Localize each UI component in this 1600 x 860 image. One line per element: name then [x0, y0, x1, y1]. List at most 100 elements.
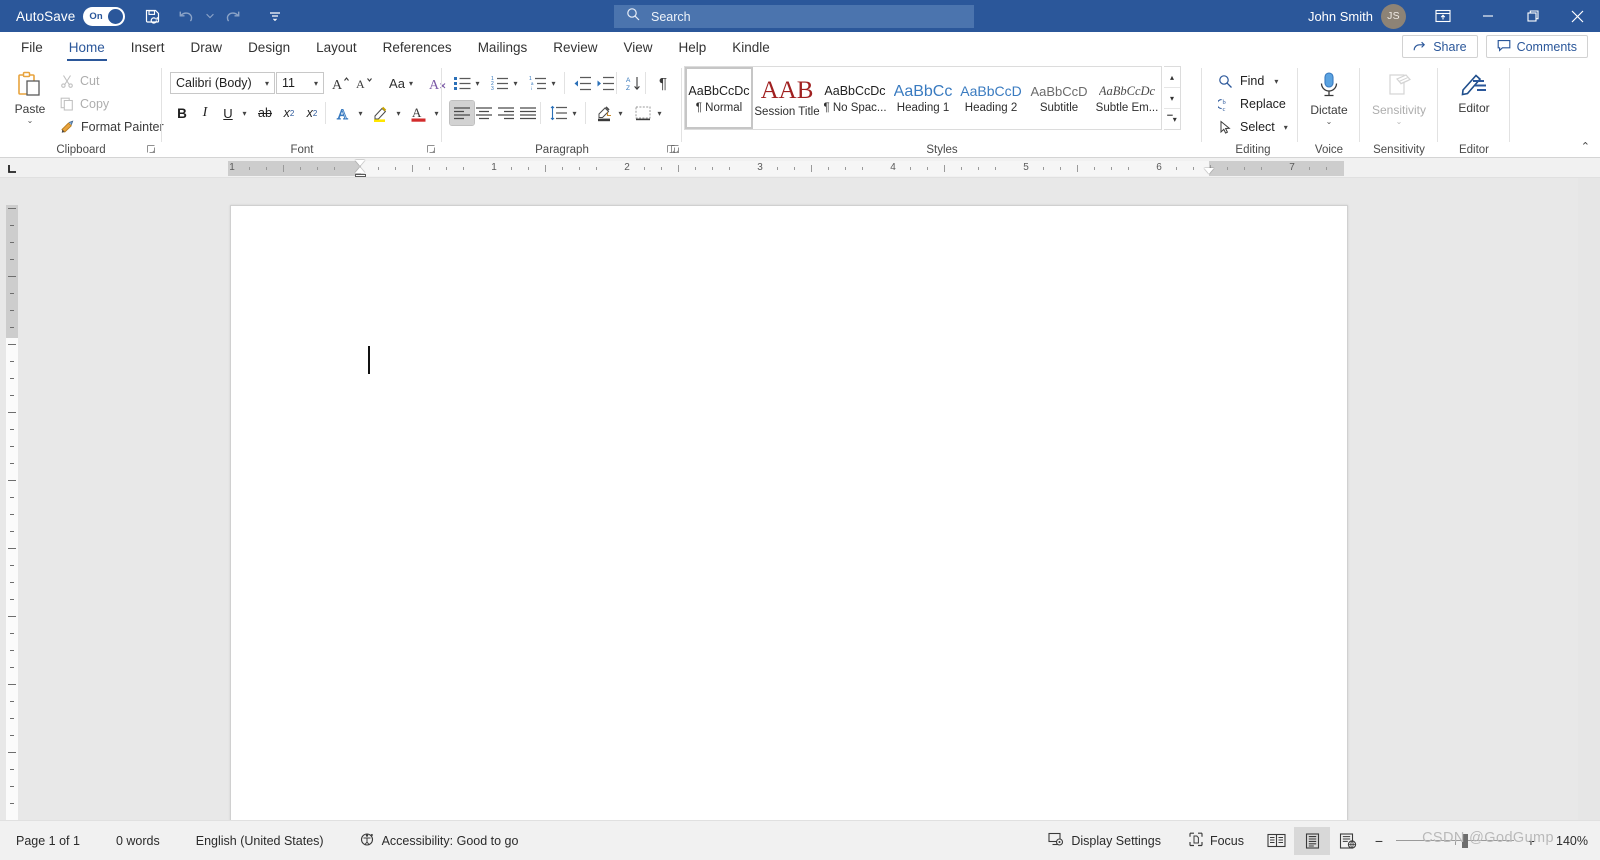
- superscript-button[interactable]: x2: [300, 101, 324, 125]
- left-indent-marker[interactable]: [355, 174, 366, 177]
- bold-button[interactable]: B: [170, 101, 194, 125]
- ribbon-display-options-icon[interactable]: [1420, 0, 1465, 32]
- show-formatting-marks-icon[interactable]: ¶: [651, 71, 675, 95]
- text-effects-icon[interactable]: A: [332, 101, 356, 125]
- justify-icon[interactable]: [516, 101, 540, 125]
- font-color-icon[interactable]: A: [407, 101, 431, 125]
- clipboard-dialog-launcher-icon[interactable]: [146, 142, 159, 155]
- styles-scroll-down-icon[interactable]: ▾: [1164, 88, 1180, 109]
- decrease-indent-icon[interactable]: [570, 71, 594, 95]
- zoom-slider-thumb[interactable]: [1462, 833, 1468, 848]
- horizontal-ruler[interactable]: 1 1 2 3 4 5 6 7: [0, 158, 1600, 178]
- line-spacing-dropdown-icon[interactable]: ▾: [568, 101, 581, 125]
- style-item-normal[interactable]: AaBbCcDc ¶ Normal: [685, 67, 753, 129]
- zoom-percent[interactable]: 140%: [1548, 834, 1588, 848]
- sensitivity-button[interactable]: Sensitivity ⌄: [1371, 66, 1427, 142]
- print-layout-icon[interactable]: [1294, 826, 1330, 855]
- zoom-slider[interactable]: [1396, 833, 1514, 849]
- customize-quick-access-toolbar-icon[interactable]: [258, 0, 292, 32]
- increase-indent-icon[interactable]: [593, 71, 617, 95]
- borders-icon[interactable]: [631, 101, 655, 125]
- save-icon[interactable]: [135, 0, 169, 32]
- avatar[interactable]: JS: [1381, 3, 1406, 29]
- chevron-down-icon[interactable]: ▾: [1274, 77, 1278, 86]
- font-name-combo[interactable]: Calibri (Body) ▾: [170, 72, 275, 94]
- line-spacing-icon[interactable]: [546, 101, 570, 125]
- style-item-heading-2[interactable]: AaBbCcD Heading 2: [957, 67, 1025, 129]
- cut-button[interactable]: Cut: [56, 70, 103, 91]
- right-indent-marker[interactable]: [1204, 168, 1214, 174]
- comments-button[interactable]: Comments: [1485, 35, 1588, 58]
- document-page[interactable]: [230, 205, 1348, 820]
- change-case-button[interactable]: Aa ▾: [382, 71, 420, 95]
- tab-design[interactable]: Design: [235, 32, 303, 62]
- display-settings-button[interactable]: Display Settings: [1034, 827, 1175, 855]
- text-effects-dropdown-icon[interactable]: ▾: [354, 101, 367, 125]
- editor-button[interactable]: Editor: [1446, 66, 1502, 142]
- style-item-heading-1[interactable]: AaBbCc Heading 1: [889, 67, 957, 129]
- align-center-icon[interactable]: [472, 101, 496, 125]
- tab-review[interactable]: Review: [540, 32, 610, 62]
- chevron-down-icon[interactable]: ▾: [265, 79, 269, 88]
- find-button[interactable]: Find ▾: [1214, 70, 1282, 92]
- style-item-no-spacing[interactable]: AaBbCcDc ¶ No Spac...: [821, 67, 889, 129]
- grow-font-icon[interactable]: A: [328, 71, 352, 95]
- vertical-ruler[interactable]: [0, 178, 22, 820]
- style-item-session-title[interactable]: AAB Session Title: [753, 67, 821, 129]
- collapse-ribbon-button[interactable]: ⌃: [1577, 138, 1594, 155]
- shading-icon[interactable]: [592, 101, 616, 125]
- highlight-dropdown-icon[interactable]: ▾: [392, 101, 405, 125]
- shrink-font-icon[interactable]: A: [352, 71, 376, 95]
- tab-layout[interactable]: Layout: [303, 32, 370, 62]
- word-count[interactable]: 0 words: [102, 827, 174, 855]
- tab-kindle[interactable]: Kindle: [719, 32, 783, 62]
- tab-home[interactable]: Home: [56, 32, 118, 62]
- tab-references[interactable]: References: [370, 32, 465, 62]
- chevron-down-icon[interactable]: ⌄: [27, 117, 34, 125]
- strikethrough-button[interactable]: ab: [253, 101, 277, 125]
- accessibility-indicator[interactable]: Accessibility: Good to go: [346, 827, 533, 855]
- font-dialog-launcher-icon[interactable]: [426, 142, 439, 155]
- chevron-down-icon[interactable]: ▾: [409, 79, 413, 88]
- autosave-toggle[interactable]: On: [83, 6, 126, 26]
- style-item-subtle-emphasis[interactable]: AaBbCcDc Subtle Em...: [1093, 67, 1161, 129]
- tab-mailings[interactable]: Mailings: [465, 32, 541, 62]
- text-highlight-icon[interactable]: [369, 101, 393, 125]
- undo-dropdown-icon[interactable]: [203, 0, 216, 32]
- styles-scroll-up-icon[interactable]: ▴: [1164, 67, 1180, 88]
- align-left-icon[interactable]: [449, 100, 475, 126]
- web-layout-icon[interactable]: [1330, 827, 1366, 855]
- select-button[interactable]: Select ▾: [1214, 116, 1292, 138]
- font-size-combo[interactable]: 11 ▾: [276, 72, 324, 94]
- tab-insert[interactable]: Insert: [118, 32, 178, 62]
- chevron-down-icon[interactable]: ▾: [1284, 123, 1288, 132]
- tab-help[interactable]: Help: [666, 32, 720, 62]
- dictate-button[interactable]: Dictate ⌄: [1301, 66, 1357, 142]
- focus-button[interactable]: Focus: [1175, 827, 1258, 855]
- subscript-button[interactable]: x2: [277, 101, 301, 125]
- shading-dropdown-icon[interactable]: ▾: [614, 101, 627, 125]
- italic-button[interactable]: I: [193, 101, 217, 125]
- bullets-dropdown-icon[interactable]: ▾: [471, 71, 484, 95]
- redo-icon[interactable]: [216, 0, 250, 32]
- search-input[interactable]: Search: [614, 5, 974, 28]
- close-icon[interactable]: [1555, 0, 1600, 32]
- style-item-subtitle[interactable]: AaBbCcD Subtitle: [1025, 67, 1093, 129]
- replace-button[interactable]: bc Replace: [1214, 93, 1290, 115]
- chevron-down-icon[interactable]: ⌄: [1326, 118, 1333, 126]
- read-mode-icon[interactable]: [1258, 827, 1294, 855]
- tab-view[interactable]: View: [610, 32, 665, 62]
- tab-draw[interactable]: Draw: [178, 32, 236, 62]
- align-right-icon[interactable]: [494, 101, 518, 125]
- share-button[interactable]: Share: [1402, 35, 1478, 58]
- undo-icon[interactable]: [169, 0, 203, 32]
- multilevel-dropdown-icon[interactable]: ▾: [547, 71, 560, 95]
- page-indicator[interactable]: Page 1 of 1: [2, 827, 94, 855]
- paste-button[interactable]: Paste ⌄: [8, 67, 52, 141]
- hanging-indent-marker[interactable]: [355, 167, 365, 173]
- numbering-dropdown-icon[interactable]: ▾: [509, 71, 522, 95]
- chevron-down-icon[interactable]: ⌄: [1396, 118, 1403, 126]
- document-canvas[interactable]: [22, 178, 1578, 820]
- minimize-icon[interactable]: [1465, 0, 1510, 32]
- chevron-down-icon[interactable]: ▾: [314, 79, 318, 88]
